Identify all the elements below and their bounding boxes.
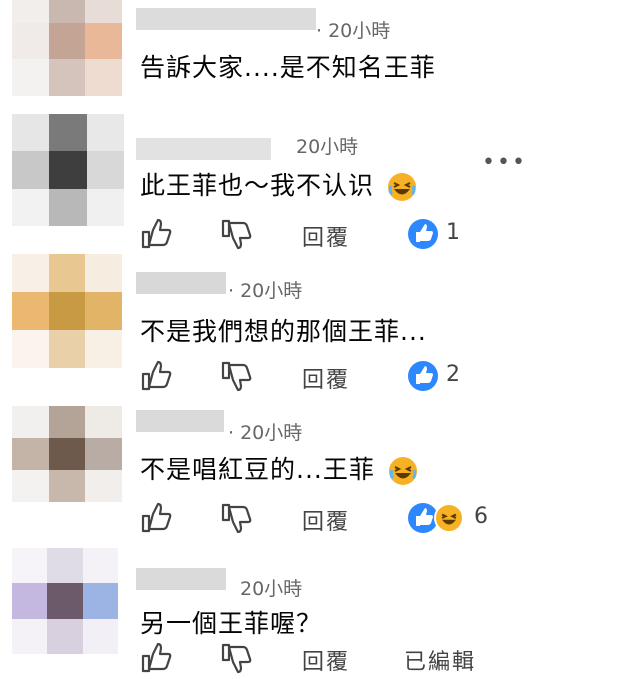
comment-actions: 回覆 6 xyxy=(140,500,620,536)
avatar[interactable] xyxy=(12,114,124,226)
reaction-count[interactable]: 6 xyxy=(474,504,488,529)
commenter-name-blurred[interactable] xyxy=(136,272,226,294)
comment-actions: 回覆 1 xyxy=(140,216,620,252)
reply-button[interactable]: 回覆 xyxy=(302,644,350,676)
comment-4: · 20小時 不是唱紅豆的...王菲 回覆 6 xyxy=(0,390,640,540)
comment-text-content: 此王菲也～我不认识 xyxy=(140,171,375,200)
avatar[interactable] xyxy=(12,406,122,502)
thumbs-down-icon xyxy=(221,503,252,534)
thumbs-down-icon xyxy=(221,643,252,674)
edited-label: 已編輯 xyxy=(404,650,477,675)
avatar[interactable] xyxy=(12,254,122,368)
comment-time: · 20小時 xyxy=(228,422,303,444)
comment-3: · 20小時 不是我們想的那個王菲... 回覆 2 xyxy=(0,250,640,393)
comment-text: 不是我們想的那個王菲... xyxy=(140,317,427,346)
dislike-button[interactable] xyxy=(220,358,252,394)
thumbs-down-icon xyxy=(221,219,252,250)
comment-actions: 回覆 2 xyxy=(140,358,620,394)
comment-text: 不是唱紅豆的...王菲 xyxy=(140,450,418,486)
commenter-name-blurred[interactable] xyxy=(136,568,226,590)
haha-reaction-icon[interactable] xyxy=(434,503,464,533)
commenter-name-blurred[interactable] xyxy=(136,410,224,432)
comment-text: 另一個王菲喔？ xyxy=(140,609,323,638)
haha-emoji-icon xyxy=(388,457,417,485)
like-reaction-icon[interactable] xyxy=(408,361,438,391)
avatar[interactable] xyxy=(12,0,122,96)
comment-time: · 20小時 xyxy=(228,280,303,302)
thumbs-up-icon xyxy=(141,218,172,249)
commenter-name-blurred[interactable] xyxy=(136,8,316,30)
like-button[interactable] xyxy=(140,500,172,536)
comment-1: · 20小時 告訴大家....是不知名王菲 xyxy=(0,0,640,100)
dislike-button[interactable] xyxy=(220,500,252,536)
like-button[interactable] xyxy=(140,640,172,676)
reaction-count[interactable]: 1 xyxy=(446,220,460,245)
thumbs-down-icon xyxy=(221,361,252,392)
comment-time: · 20小時 xyxy=(316,20,391,42)
dislike-button[interactable] xyxy=(220,216,252,252)
like-button[interactable] xyxy=(140,216,172,252)
comment-text: 告訴大家....是不知名王菲 xyxy=(140,53,436,82)
comment-text-content: 不是唱紅豆的...王菲 xyxy=(140,455,375,484)
like-reaction-icon[interactable] xyxy=(408,219,438,249)
commenter-name-blurred[interactable] xyxy=(136,138,271,160)
avatar[interactable] xyxy=(12,548,118,654)
comment-text: 此王菲也～我不认识 xyxy=(140,166,417,202)
haha-emoji-icon xyxy=(387,173,416,201)
thumbs-up-icon xyxy=(141,642,172,673)
more-options-icon[interactable]: ••• xyxy=(482,150,527,175)
thumbs-up-icon xyxy=(141,502,172,533)
comment-time: 20小時 xyxy=(240,578,303,600)
comment-actions: 回覆 已編輯 xyxy=(140,640,620,676)
thumbs-up-icon xyxy=(141,360,172,391)
comment-5: 20小時 另一個王菲喔？ 回覆 已編輯 xyxy=(0,540,640,679)
comment-time: 20小時 xyxy=(296,136,359,158)
reply-button[interactable]: 回覆 xyxy=(302,504,350,536)
reply-button[interactable]: 回覆 xyxy=(302,220,350,252)
reaction-count[interactable]: 2 xyxy=(446,362,460,387)
dislike-button[interactable] xyxy=(220,640,252,676)
like-button[interactable] xyxy=(140,358,172,394)
comment-2: 20小時 此王菲也～我不认识 回覆 1 ••• xyxy=(0,100,640,252)
